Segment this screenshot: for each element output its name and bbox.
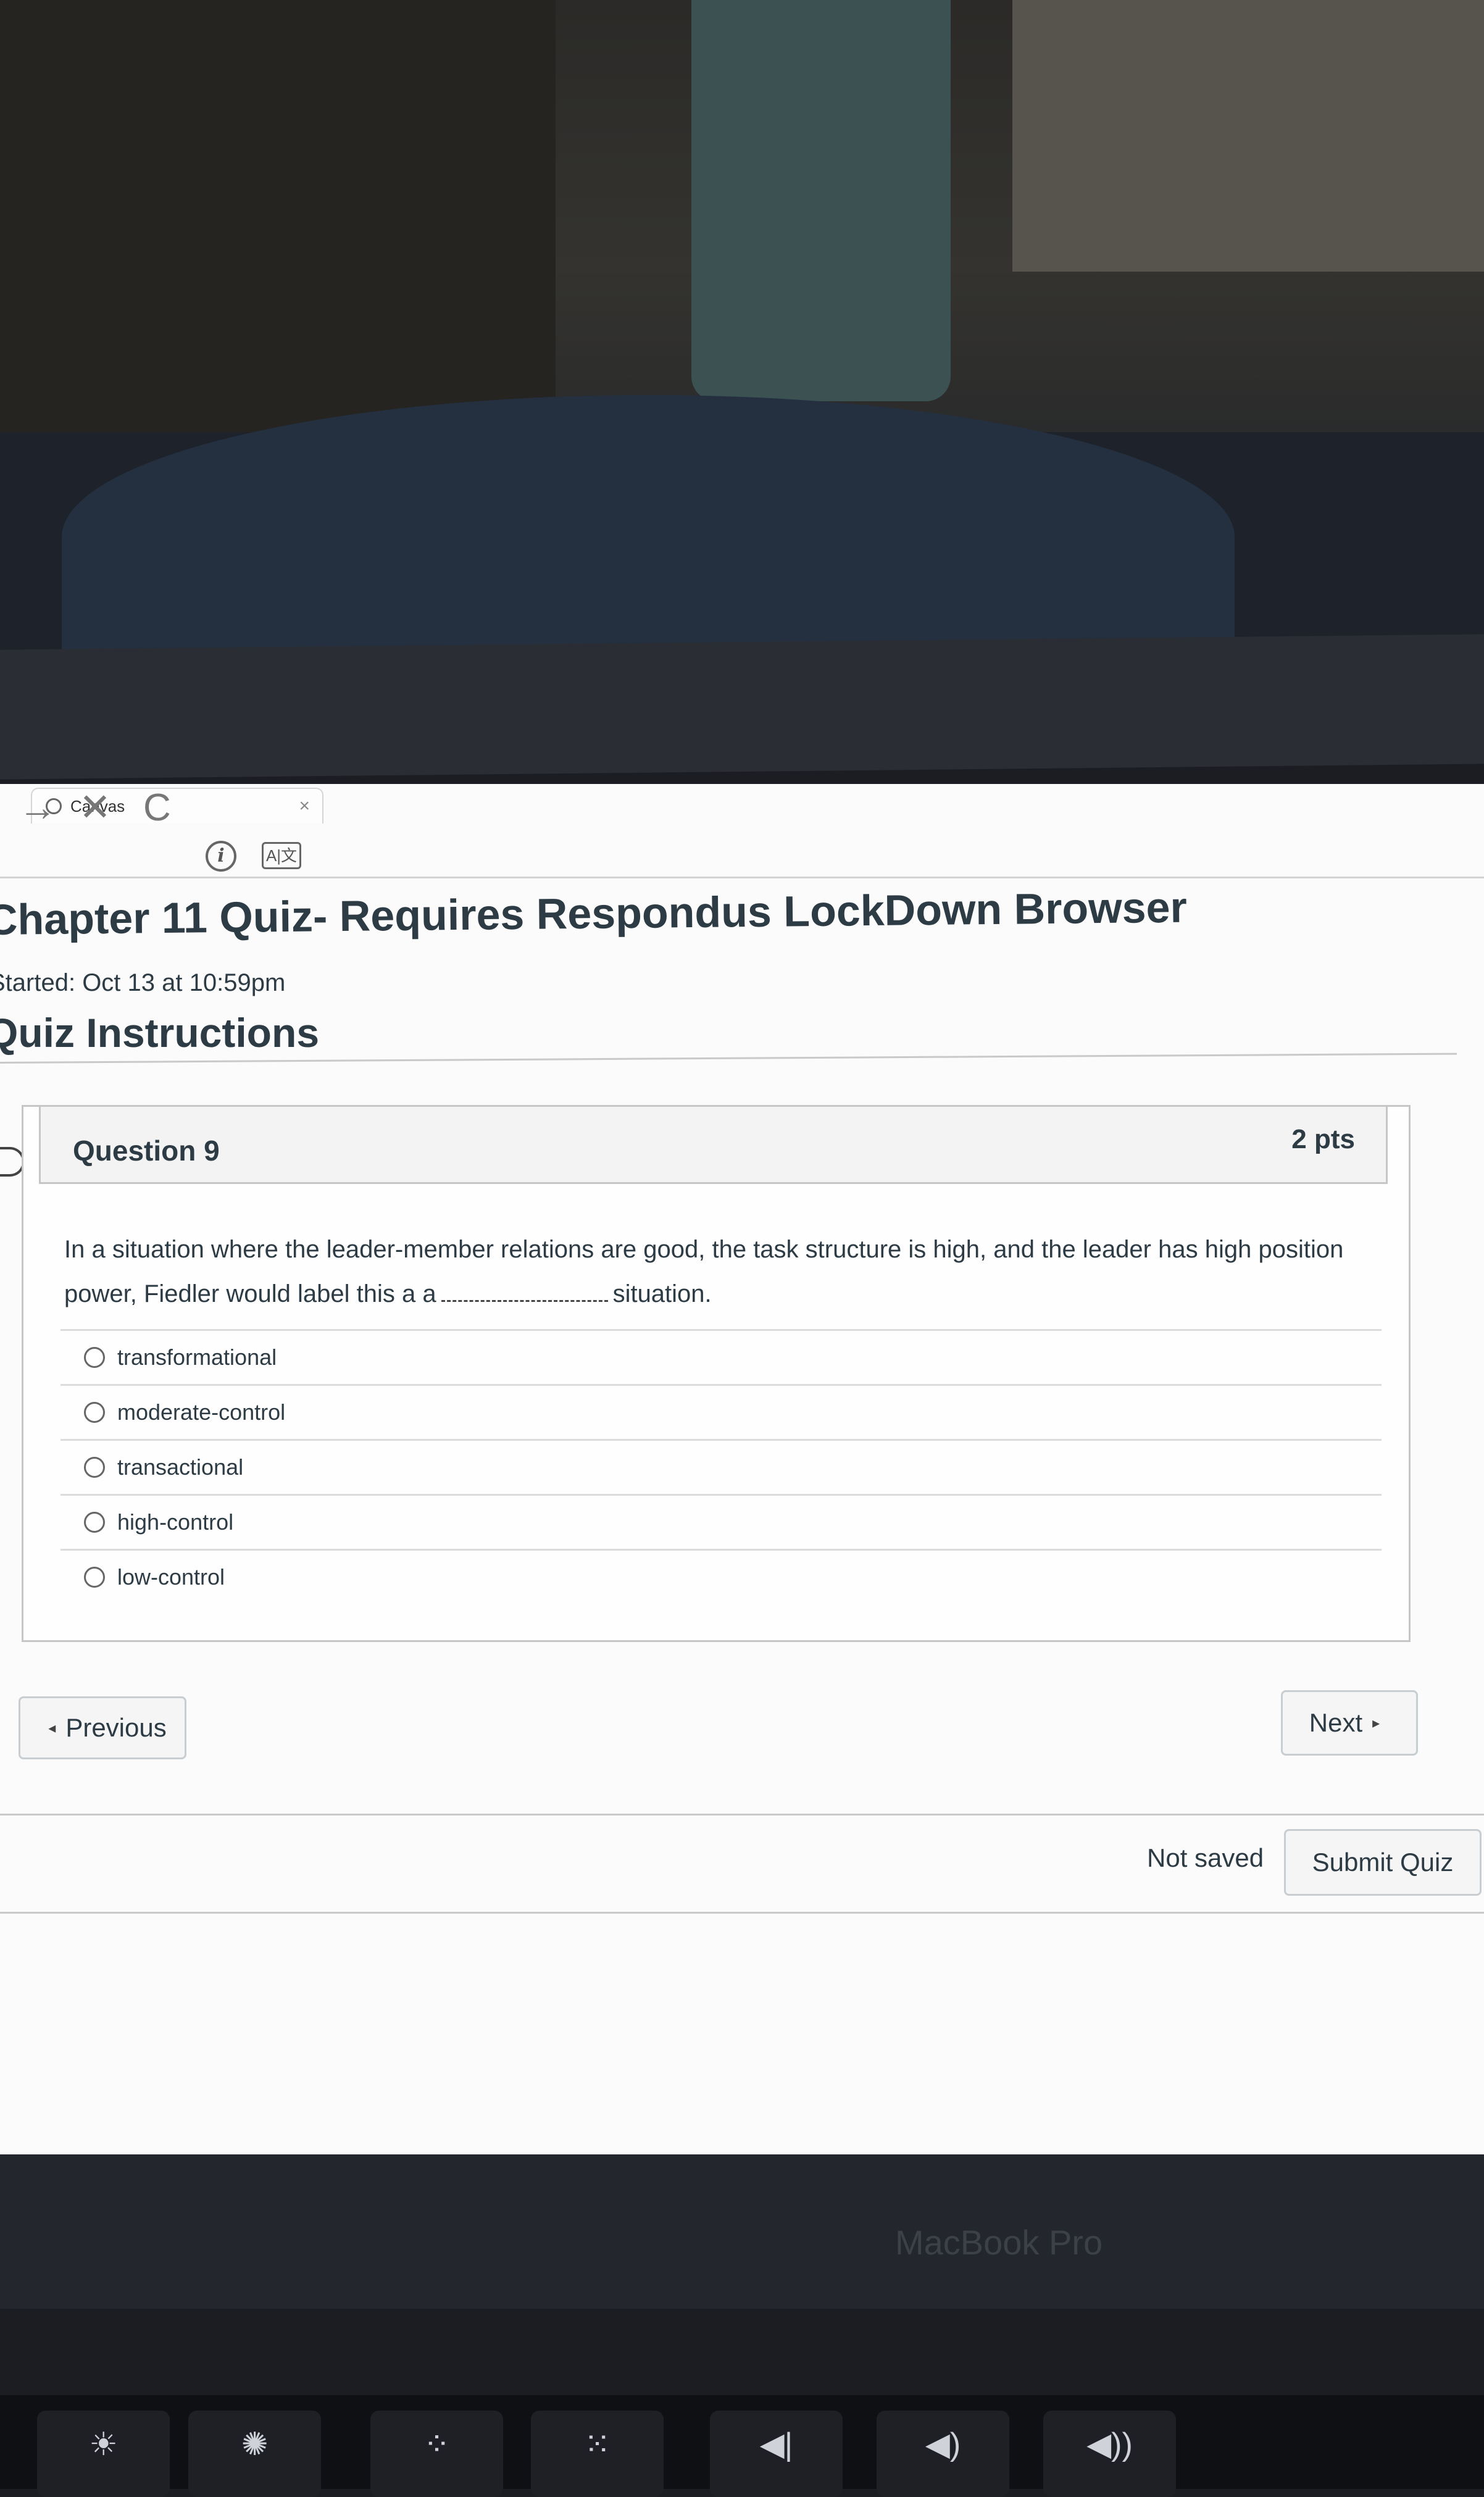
submit-quiz-button[interactable]: Submit Quiz: [1284, 1829, 1482, 1896]
forward-icon[interactable]: →: [19, 789, 57, 827]
brightness-up-key-icon[interactable]: ✺: [188, 2411, 321, 2497]
tab-close-icon[interactable]: ×: [299, 796, 310, 817]
question-card: Question 9 2 pts In a situation where th…: [22, 1105, 1411, 1642]
chair: [62, 395, 1235, 667]
answer-option-label: high-control: [117, 1509, 234, 1535]
photo-background: [0, 0, 1484, 667]
radio-button[interactable]: [84, 1402, 105, 1423]
question-number: Question 9: [73, 1135, 220, 1167]
reload-icon[interactable]: C: [143, 789, 171, 827]
mute-key-icon[interactable]: ◀|: [710, 2411, 843, 2497]
quiz-started-time: Started: Oct 13 at 10:59pm: [0, 969, 286, 996]
save-status: Not saved: [1147, 1843, 1264, 1872]
stop-icon[interactable]: ✕: [79, 789, 111, 827]
answer-option[interactable]: low-control: [60, 1549, 1382, 1604]
answer-option[interactable]: transactional: [60, 1439, 1382, 1494]
answer-option[interactable]: moderate-control: [60, 1384, 1382, 1439]
question-flag-icon[interactable]: [0, 1147, 25, 1177]
answer-option-label: transactional: [117, 1454, 244, 1480]
laptop-screen: Canvas × → ✕ C i A|文 Chapter 11 Quiz- Re…: [0, 784, 1484, 2161]
basket: [691, 0, 951, 401]
radio-button[interactable]: [84, 1457, 105, 1478]
browser-tab[interactable]: Canvas ×: [31, 788, 323, 823]
radio-button[interactable]: [84, 1347, 105, 1368]
shelf: [0, 0, 556, 469]
device-brand-label: MacBook Pro: [895, 2223, 1103, 2262]
divider: [0, 1814, 1484, 1815]
previous-button[interactable]: ◂ Previous: [19, 1696, 186, 1759]
chevron-left-icon: ◂: [48, 1719, 56, 1736]
question-points: 2 pts: [1291, 1124, 1355, 1154]
answer-option[interactable]: high-control: [60, 1494, 1382, 1549]
wall: [1012, 0, 1484, 272]
laptop-top-bezel: [0, 634, 1484, 780]
brightness-down-key-icon[interactable]: ☀: [37, 2411, 170, 2497]
answer-option[interactable]: transformational: [60, 1329, 1382, 1384]
answer-options: transformational moderate-control transa…: [60, 1329, 1382, 1604]
radio-button[interactable]: [84, 1567, 105, 1588]
answer-option-label: moderate-control: [117, 1399, 286, 1425]
laptop-bottom-bezel: [0, 2154, 1484, 2309]
answer-option-label: transformational: [117, 1344, 277, 1370]
question-header: Question 9 2 pts: [39, 1107, 1388, 1184]
previous-button-label: Previous: [65, 1713, 167, 1742]
quiz-instructions-heading[interactable]: Quiz Instructions: [0, 1009, 319, 1056]
keyboard-light-up-key-icon[interactable]: ⁙: [531, 2411, 664, 2497]
keyboard-light-down-key-icon[interactable]: ⁘: [370, 2411, 503, 2497]
radio-button[interactable]: [84, 1512, 105, 1533]
next-button[interactable]: Next ▸: [1281, 1690, 1418, 1756]
volume-down-key-icon[interactable]: ◀): [877, 2411, 1009, 2497]
answer-option-label: low-control: [117, 1564, 225, 1590]
divider: [0, 1912, 1484, 1914]
keyboard-function-row: ☀ ✺ ⁘ ⁙ ◀| ◀) ◀)): [0, 2395, 1484, 2497]
question-text: In a situation where the leader-member r…: [64, 1227, 1361, 1316]
answer-blank: [441, 1282, 608, 1302]
volume-up-key-icon[interactable]: ◀)): [1043, 2411, 1176, 2497]
chevron-right-icon: ▸: [1372, 1714, 1380, 1732]
quiz-title: Chapter 11 Quiz- Requires Respondus Lock…: [0, 883, 1188, 944]
next-button-label: Next: [1309, 1708, 1363, 1737]
question-text-after: situation.: [612, 1280, 712, 1307]
translate-icon[interactable]: A|文: [262, 842, 301, 869]
info-icon[interactable]: i: [206, 841, 236, 872]
